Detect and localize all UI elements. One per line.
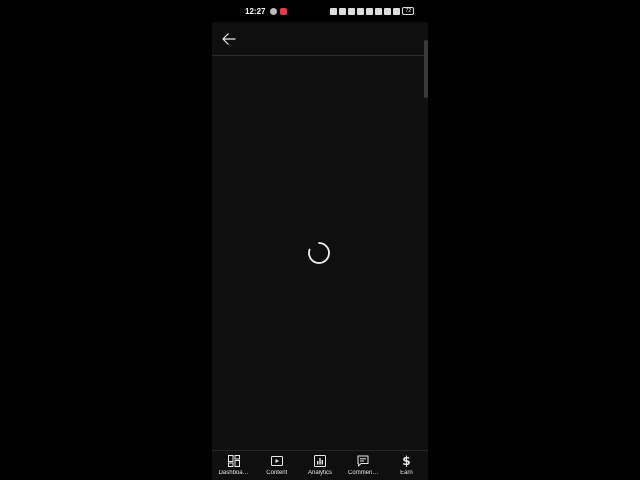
bottom-navigation: Dashboa… Content Analytics Commen… $ Ear… <box>212 450 428 480</box>
nav-item-dashboard[interactable]: Dashboa… <box>212 451 255 480</box>
nav-label-earn: Earn <box>400 470 413 476</box>
nav-label-analytics: Analytics <box>308 470 333 476</box>
phone-screen: 12:27 72 Dashboa… Content Analytics Comm… <box>212 0 428 480</box>
battery-icon: 72 <box>402 7 414 15</box>
nav-item-analytics[interactable]: Analytics <box>298 451 341 480</box>
mute-icon <box>348 7 356 15</box>
bluetooth-icon <box>357 7 365 15</box>
status-bar: 12:27 72 <box>212 0 428 22</box>
back-arrow-icon[interactable] <box>220 30 238 48</box>
scrollbar[interactable] <box>424 40 428 98</box>
nav-item-comments[interactable]: Commen… <box>342 451 385 480</box>
status-icons: 72 <box>330 7 414 15</box>
signal-icon <box>393 7 401 15</box>
notification-icon <box>270 8 277 15</box>
call-icon <box>384 7 392 15</box>
nav-label-comments: Commen… <box>348 470 379 476</box>
loading-spinner-icon <box>308 242 330 264</box>
dashboard-icon <box>227 455 240 467</box>
comment-icon <box>357 455 369 467</box>
content-play-icon <box>270 456 283 466</box>
app-notification-icon <box>280 8 287 15</box>
nav-item-earn[interactable]: $ Earn <box>385 451 428 480</box>
status-time: 12:27 <box>245 7 266 16</box>
dollar-icon: $ <box>402 454 411 468</box>
nav-label-content: Content <box>266 470 288 476</box>
nfc-icon <box>330 7 338 15</box>
nav-label-dashboard: Dashboa… <box>218 470 249 476</box>
app-bar <box>212 22 428 56</box>
analytics-bar-chart-icon <box>314 455 326 467</box>
data-speed-icon <box>366 7 374 15</box>
nav-item-content[interactable]: Content <box>255 451 298 480</box>
alarm-icon <box>339 7 347 15</box>
wifi-icon <box>375 7 383 15</box>
